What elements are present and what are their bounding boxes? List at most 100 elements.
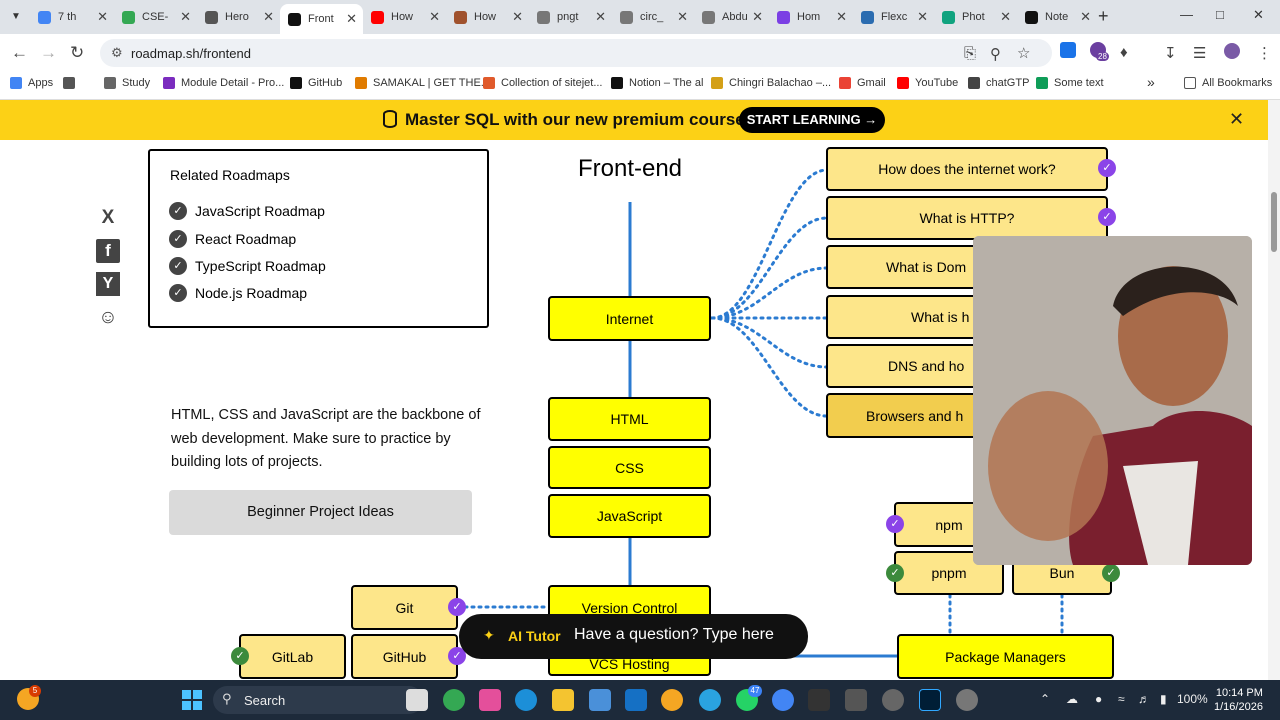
tab-close-icon[interactable]: ✕ [677,9,688,25]
all-bookmarks-button[interactable]: All Bookmarks [1184,77,1272,89]
bookmark-item[interactable]: YouTube [897,77,958,89]
settings-icon[interactable] [956,689,978,711]
tab-close-icon[interactable]: ✕ [752,9,763,25]
banner-close-icon[interactable]: ✕ [1229,109,1244,130]
node-package-managers[interactable]: Package Managers [897,634,1114,679]
tab-close-icon[interactable]: ✕ [595,9,606,25]
bookmarks-overflow-icon[interactable]: » [1147,74,1155,90]
terminal-icon[interactable] [808,689,830,711]
page-scrollbar[interactable] [1268,100,1280,680]
scrollbar-thumb[interactable] [1271,192,1277,252]
browser-tab[interactable]: Abdu ✕ [694,4,769,30]
browser-tab[interactable]: How ✕ [363,4,446,30]
webcam-overlay[interactable] [973,236,1252,565]
node-internet[interactable]: Internet [548,296,711,341]
back-icon[interactable]: ← [11,43,28,63]
copilot-icon[interactable] [479,689,501,711]
bookmark-item[interactable]: chatGTP [968,77,1029,89]
browser-tab[interactable]: How ✕ [446,4,529,30]
tab-close-icon[interactable]: ✕ [1000,9,1011,25]
browser-tab[interactable]: 7 th ✕ [30,4,114,30]
related-roadmap-item[interactable]: ✓ Node.js Roadmap [169,284,307,302]
node-css[interactable]: CSS [548,446,711,489]
microphone-icon[interactable]: ● [1095,692,1102,706]
topic-how-internet-works[interactable]: How does the internet work? [826,147,1108,191]
ai-tutor-bar[interactable]: ✦ AI Tutor Have a question? Type here [459,614,808,659]
browser-tab[interactable]: Front ✕ [280,4,363,34]
forward-icon[interactable]: → [40,43,57,63]
node-html[interactable]: HTML [548,397,711,441]
store-icon[interactable] [589,689,611,711]
share-x-icon[interactable]: X [96,206,120,230]
tab-close-icon[interactable]: ✕ [917,9,928,25]
maximize-icon[interactable]: □ [1216,7,1224,22]
bookmark-item[interactable] [63,77,81,89]
tab-close-icon[interactable]: ✕ [180,9,191,25]
tab-close-icon[interactable]: ✕ [1080,9,1091,25]
tab-close-icon[interactable]: ✕ [512,9,523,25]
telegram-icon[interactable] [699,689,721,711]
extensions-puzzle-icon[interactable]: ♦ [1120,44,1128,61]
browser-tab[interactable]: CSE- ✕ [114,4,197,30]
install-app-icon[interactable]: ⎘ [964,45,976,62]
bookmark-item[interactable]: SAMAKAL | GET THE... [355,77,490,89]
bookmark-item[interactable]: Apps [10,77,53,89]
zoom-icon[interactable]: ⚲ [990,45,1001,63]
volume-icon[interactable]: ♬ [1138,692,1150,706]
tab-close-icon[interactable]: ✕ [346,11,357,27]
media-icon[interactable]: ☰ [1193,44,1206,62]
node-git[interactable]: Git [351,585,458,630]
browser-tab[interactable]: circ_ ✕ [612,4,694,30]
tab-close-icon[interactable]: ✕ [263,9,274,25]
related-roadmap-item[interactable]: ✓ React Roadmap [169,230,296,248]
tab-search-dropdown-icon[interactable]: ▼ [6,7,26,27]
wifi-icon[interactable]: ≈ [1118,692,1125,706]
bookmark-item[interactable]: Module Detail - Pro... [163,77,284,89]
onedrive-icon[interactable]: ☁ [1066,692,1078,706]
tab-close-icon[interactable]: ✕ [836,9,847,25]
reload-icon[interactable]: ↻ [70,43,84,63]
share-facebook-icon[interactable]: f [96,239,120,263]
browser-tab[interactable]: Hero ✕ [197,4,280,30]
download-extension-icon[interactable] [1060,42,1076,58]
outlook-icon[interactable] [625,689,647,711]
bookmark-item[interactable]: GitHub [290,77,342,89]
start-learning-button[interactable]: START LEARNING → [739,107,885,133]
related-roadmap-item[interactable]: ✓ JavaScript Roadmap [169,202,325,220]
firefox-icon[interactable] [661,689,683,711]
browser-tab[interactable]: Note ✕ [1017,4,1097,30]
bookmark-item[interactable]: Chingri Balachao –... [711,77,831,89]
new-tab-button[interactable]: + [1098,6,1109,27]
bookmark-item[interactable]: Gmail [839,77,886,89]
photoshop-icon[interactable] [919,689,941,711]
chrome-menu-icon[interactable]: ⋮ [1257,44,1272,62]
beginner-project-ideas-button[interactable]: Beginner Project Ideas [169,490,472,535]
browser-tab[interactable]: Flexc ✕ [853,4,934,30]
taskbar-clock[interactable]: 10:14 PM 1/16/2026 [1214,686,1263,714]
browser-tab[interactable]: Hom ✕ [769,4,853,30]
node-github[interactable]: GitHub [351,634,458,679]
bookmark-item[interactable]: Notion – The al [611,77,703,89]
chrome-profile-icon[interactable] [772,689,794,711]
address-bar[interactable]: ⚙ roadmap.sh/frontend ⎘ ⚲ ☆ [100,39,1052,67]
topic-what-is-http[interactable]: What is HTTP? [826,196,1108,240]
taskbar-search[interactable]: ⚲ Search [213,686,423,714]
chrome-taskbar-icon[interactable] [443,689,465,711]
task-view-icon[interactable] [406,689,428,711]
bookmark-item[interactable]: Study [104,77,150,89]
browser-tab[interactable]: Phot ✕ [934,4,1017,30]
close-window-icon[interactable]: ✕ [1253,7,1264,23]
bookmark-star-icon[interactable]: ☆ [1017,44,1030,62]
battery-icon[interactable]: ▮ [1160,692,1167,706]
github-desktop-icon[interactable] [882,689,904,711]
bookmark-item[interactable]: Some text [1036,77,1104,89]
profile-avatar[interactable] [1224,43,1240,59]
node-gitlab[interactable]: GitLab [239,634,346,679]
minimize-icon[interactable]: — [1180,7,1193,22]
node-javascript[interactable]: JavaScript [548,494,711,538]
bookmark-item[interactable]: Collection of sitejet... [483,77,603,89]
start-button[interactable] [182,690,202,710]
downloads-icon[interactable]: ↧ [1164,44,1177,62]
url-text[interactable]: roadmap.sh/frontend [131,46,251,61]
tab-close-icon[interactable]: ✕ [97,9,108,25]
